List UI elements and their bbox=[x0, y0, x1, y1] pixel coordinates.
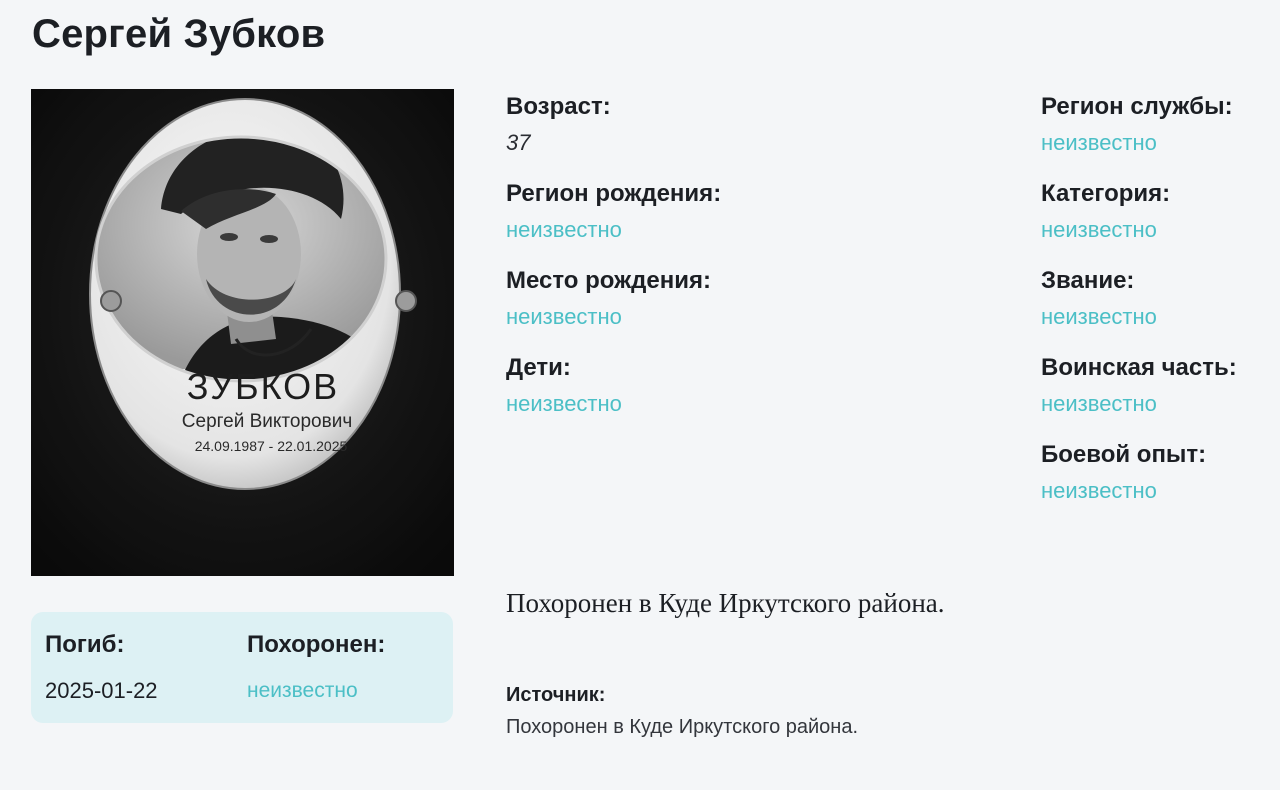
field-birth-place-value[interactable]: неизвестно bbox=[506, 302, 711, 332]
memorial-photo[interactable]: ЗУБКОВ Сергей Викторович 24.09.1987 - 22… bbox=[31, 89, 454, 576]
field-birth-region-value[interactable]: неизвестно bbox=[506, 215, 721, 245]
field-rank-label: Звание: bbox=[1041, 267, 1135, 294]
field-military-unit: Воинская часть: неизвестно bbox=[1041, 353, 1237, 419]
field-service-region-label: Регион службы: bbox=[1041, 93, 1233, 120]
field-service-region: Регион службы: неизвестно bbox=[1041, 92, 1233, 158]
field-military-unit-label: Воинская часть: bbox=[1041, 354, 1237, 381]
field-service-region-value[interactable]: неизвестно bbox=[1041, 128, 1233, 158]
page-title: Сергей Зубков bbox=[32, 12, 326, 56]
field-children: Дети: неизвестно bbox=[506, 353, 622, 419]
summary-text: Похоронен в Куде Иркутского района. bbox=[506, 588, 945, 618]
field-children-value[interactable]: неизвестно bbox=[506, 389, 622, 419]
source-label: Источник: bbox=[506, 684, 606, 706]
field-age: Возраст: 37 bbox=[506, 92, 611, 158]
field-birth-place-label: Место рождения: bbox=[506, 267, 711, 294]
source-text: Похоронен в Куде Иркутского района. bbox=[506, 716, 859, 738]
plaque-dates: 24.09.1987 - 22.01.2025 bbox=[195, 438, 348, 454]
death-date-label: Погиб: bbox=[45, 631, 125, 658]
burial-place-value[interactable]: неизвестно bbox=[247, 676, 385, 706]
field-combat-experience: Боевой опыт: неизвестно bbox=[1041, 440, 1206, 506]
field-children-label: Дети: bbox=[506, 354, 571, 381]
memorial-photo-image: ЗУБКОВ Сергей Викторович 24.09.1987 - 22… bbox=[31, 89, 454, 576]
field-rank-value[interactable]: неизвестно bbox=[1041, 302, 1157, 332]
field-birth-region-label: Регион рождения: bbox=[506, 180, 722, 207]
plaque-surname: ЗУБКОВ bbox=[187, 366, 339, 407]
field-age-value: 37 bbox=[506, 130, 531, 155]
field-category-label: Категория: bbox=[1041, 180, 1171, 207]
field-age-label: Возраст: bbox=[506, 93, 611, 120]
burial-place-group: Похоронен: неизвестно bbox=[247, 630, 385, 706]
field-military-unit-value[interactable]: неизвестно bbox=[1041, 389, 1237, 419]
death-date-value: 2025-01-22 bbox=[45, 678, 158, 703]
field-birth-region: Регион рождения: неизвестно bbox=[506, 179, 721, 245]
field-rank: Звание: неизвестно bbox=[1041, 266, 1157, 332]
field-combat-experience-label: Боевой опыт: bbox=[1041, 441, 1207, 468]
death-date-group: Погиб: 2025-01-22 bbox=[45, 630, 158, 706]
plaque-full-name: Сергей Викторович bbox=[182, 411, 352, 432]
field-combat-experience-value[interactable]: неизвестно bbox=[1041, 476, 1206, 506]
field-category-value[interactable]: неизвестно bbox=[1041, 215, 1170, 245]
field-category: Категория: неизвестно bbox=[1041, 179, 1170, 245]
field-birth-place: Место рождения: неизвестно bbox=[506, 266, 711, 332]
death-card: Погиб: 2025-01-22 Похоронен: неизвестно bbox=[31, 612, 453, 723]
burial-place-label: Похоронен: bbox=[247, 631, 386, 658]
